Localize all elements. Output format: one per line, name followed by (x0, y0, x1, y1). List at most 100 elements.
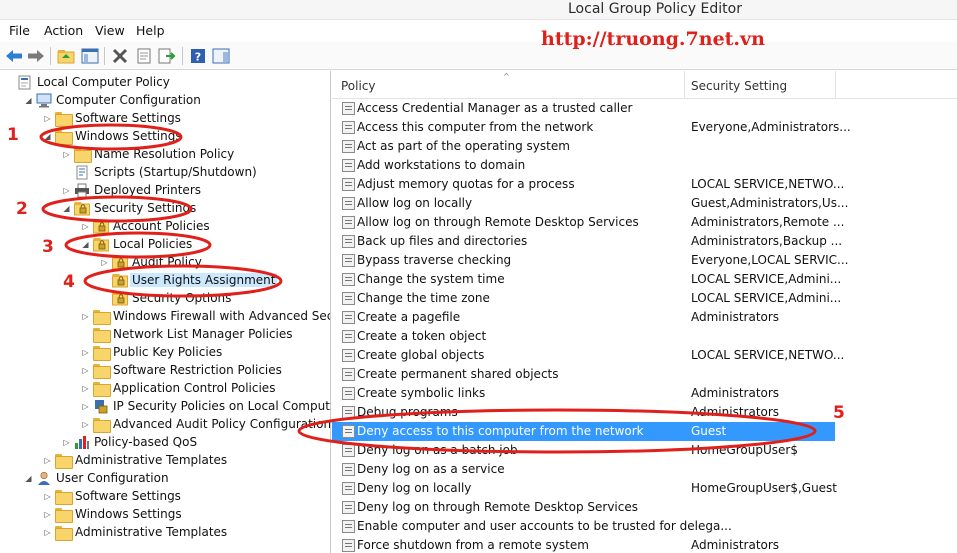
tree-item-windows-firewall-with-advanced-security[interactable]: ▷ Windows Firewall with Advanced Security (0, 308, 330, 326)
expand-arrow-icon[interactable]: ▷ (81, 366, 90, 376)
policy-setting-icon (342, 539, 355, 552)
policy-row[interactable]: Force shutdown from a remote system Admin… (332, 536, 957, 553)
tree-item-policy-based-qos[interactable]: ▷ Policy-based QoS (0, 434, 330, 452)
tree-item-windows-settings[interactable]: ▷ Windows Settings (0, 506, 330, 524)
menu-file[interactable]: File (9, 23, 30, 38)
tree-item-advanced-audit-policy-configuration[interactable]: ▷ Advanced Audit Policy Configuration (0, 416, 330, 434)
expand-arrow-icon[interactable]: ▷ (81, 312, 90, 322)
policy-row[interactable]: Back up files and directories Administrat… (332, 232, 957, 251)
policy-row[interactable]: Allow log on locally Guest,Administrators… (332, 194, 957, 213)
expand-arrow-icon[interactable]: ▷ (81, 348, 90, 358)
policy-row[interactable]: Act as part of the operating system (332, 137, 957, 156)
policy-row[interactable]: Deny log on through Remote Desktop Servi… (332, 498, 957, 517)
tree-item-name-resolution-policy[interactable]: ▷ Name Resolution Policy (0, 146, 330, 164)
menu-action[interactable]: Action (44, 23, 83, 38)
forward-icon[interactable] (26, 46, 46, 66)
tree-item-label: Policy-based QoS (94, 435, 198, 449)
policy-row[interactable]: Create permanent shared objects (332, 365, 957, 384)
tree-item-application-control-policies[interactable]: ▷ Application Control Policies (0, 380, 330, 398)
back-icon[interactable] (4, 46, 24, 66)
folder-icon (93, 363, 111, 379)
policy-row[interactable]: Create symbolic links Administrators (332, 384, 957, 403)
tree-item-account-policies[interactable]: ▷ Account Policies (0, 218, 330, 236)
expand-arrow-icon[interactable]: ▷ (43, 456, 52, 466)
expand-arrow-icon[interactable]: ▷ (43, 492, 52, 502)
policy-setting-icon (342, 159, 355, 172)
delete-icon[interactable] (110, 46, 130, 66)
collapse-arrow-icon[interactable]: ◢ (24, 96, 33, 106)
tree-item-administrative-templates[interactable]: ▷ Administrative Templates (0, 524, 330, 542)
column-header-policy[interactable]: Policy (341, 79, 376, 93)
tree-item-deployed-printers[interactable]: ▷ Deployed Printers (0, 182, 330, 200)
policy-name: Adjust memory quotas for a process (357, 177, 575, 191)
show-hide-tree-icon[interactable] (80, 46, 100, 66)
tree-item-software-settings[interactable]: ▷ Software Settings (0, 488, 330, 506)
column-divider[interactable] (835, 71, 836, 99)
tree-item-computer-configuration[interactable]: ◢ Computer Configuration (0, 92, 330, 110)
tree-item-security-options[interactable]: Security Options (0, 290, 330, 308)
export-list-icon[interactable] (157, 46, 177, 66)
policy-row[interactable]: Change the time zone LOCAL SERVICE,Admini… (332, 289, 957, 308)
policy-name: Create global objects (357, 348, 485, 362)
tree-item-local-computer-policy[interactable]: Local Computer Policy (0, 74, 330, 92)
tree-item-software-settings[interactable]: ▷ Software Settings (0, 110, 330, 128)
policy-row[interactable]: Adjust memory quotas for a process LOCAL … (332, 175, 957, 194)
security-icon (74, 201, 90, 216)
expand-arrow-icon[interactable]: ▷ (81, 402, 90, 412)
expand-arrow-icon[interactable]: ▷ (43, 510, 52, 520)
policy-setting-icon (342, 292, 355, 305)
security-setting-value: LOCAL SERVICE,NETWO... (691, 177, 845, 191)
collapse-arrow-icon[interactable]: ◢ (81, 240, 90, 250)
toolbar-separator (182, 47, 183, 65)
policy-row[interactable]: Allow log on through Remote Desktop Serv… (332, 213, 957, 232)
policy-row[interactable]: Access Credential Manager as a trusted c… (332, 99, 957, 118)
policy-row[interactable]: Create global objects LOCAL SERVICE,NETWO… (332, 346, 957, 365)
tree-item-ip-security-policies-on-local-computer[interactable]: ▷ IP Security Policies on Local Computer (0, 398, 330, 416)
menu-help[interactable]: Help (136, 23, 165, 38)
expand-arrow-icon[interactable]: ▷ (43, 114, 52, 124)
tree-item-public-key-policies[interactable]: ▷ Public Key Policies (0, 344, 330, 362)
tree-item-windows-settings[interactable]: ◢ Windows Settings (0, 128, 330, 146)
expand-arrow-icon[interactable]: ▷ (62, 438, 71, 448)
expand-arrow-icon[interactable]: ▷ (62, 186, 71, 196)
policy-row[interactable]: Enable computer and user accounts to be … (332, 517, 957, 536)
collapse-arrow-icon[interactable]: ◢ (43, 132, 52, 142)
policy-row[interactable]: Access this computer from the network Eve… (332, 118, 957, 137)
policy-row[interactable]: Deny access to this computer from the ne… (332, 422, 835, 441)
policy-row[interactable]: Deny log on as a batch job HomeGroupUser$ (332, 441, 957, 460)
expand-arrow-icon[interactable]: ▷ (100, 258, 109, 268)
expand-arrow-icon[interactable]: ▷ (81, 222, 90, 232)
tree-item-scripts-startup-shutdown[interactable]: Scripts (Startup/Shutdown) (0, 164, 330, 182)
policy-row[interactable]: Create a token object (332, 327, 957, 346)
collapse-arrow-icon[interactable]: ◢ (24, 474, 33, 484)
show-hide-action-pane-icon[interactable] (211, 46, 231, 66)
expand-arrow-icon[interactable]: ▷ (81, 420, 90, 430)
expand-arrow-icon[interactable]: ▷ (81, 384, 90, 394)
policy-row[interactable]: Change the system time LOCAL SERVICE,Admi… (332, 270, 957, 289)
policy-row[interactable]: Debug programs Administrators (332, 403, 957, 422)
policy-row[interactable]: Create a pagefile Administrators (332, 308, 957, 327)
tree-item-label: Security Settings (94, 201, 197, 215)
policy-row[interactable]: Deny log on as a service (332, 460, 957, 479)
column-header-security-setting[interactable]: Security Setting (691, 79, 787, 93)
policy-row[interactable]: Add workstations to domain (332, 156, 957, 175)
security-folder-icon (93, 219, 109, 234)
policy-row[interactable]: Deny log on locally HomeGroupUser$,Guest (332, 479, 957, 498)
column-divider[interactable] (684, 71, 685, 99)
tree-item-user-rights-assignment[interactable]: User Rights Assignment (0, 272, 330, 290)
policy-row[interactable]: Bypass traverse checking Everyone,LOCAL S… (332, 251, 957, 270)
up-folder-icon[interactable] (56, 46, 76, 66)
tree-item-security-settings[interactable]: ◢ Security Settings (0, 200, 330, 218)
tree-item-network-list-manager-policies[interactable]: Network List Manager Policies (0, 326, 330, 344)
help-icon[interactable]: ? (188, 46, 208, 66)
expand-arrow-icon[interactable]: ▷ (62, 150, 71, 160)
policy-setting-icon (342, 197, 355, 210)
properties-icon[interactable] (134, 46, 154, 66)
collapse-arrow-icon[interactable]: ◢ (62, 204, 71, 214)
console-tree[interactable]: Local Computer Policy ◢ Computer Configura… (0, 71, 331, 553)
tree-item-administrative-templates[interactable]: ▷ Administrative Templates (0, 452, 330, 470)
menu-view[interactable]: View (95, 23, 125, 38)
expand-arrow-icon[interactable]: ▷ (43, 528, 52, 538)
tree-item-user-configuration[interactable]: ◢ User Configuration (0, 470, 330, 488)
tree-item-software-restriction-policies[interactable]: ▷ Software Restriction Policies (0, 362, 330, 380)
